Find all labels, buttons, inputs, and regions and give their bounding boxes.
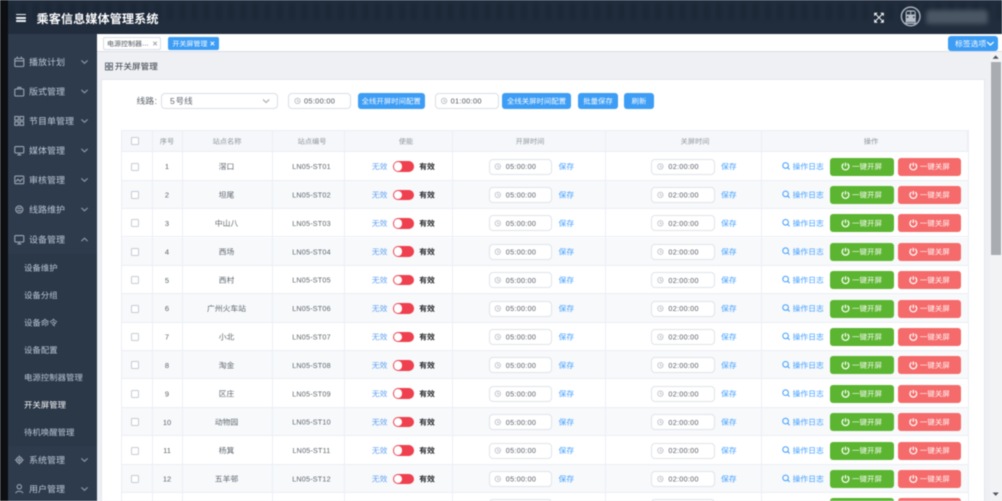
svg-text:02:00:00: 02:00:00 [668,162,698,171]
svg-text:12: 12 [163,475,171,484]
svg-text:05:00:00: 05:00:00 [506,304,536,313]
svg-text:LN05-ST06: LN05-ST06 [292,304,331,313]
svg-text:5: 5 [165,276,169,285]
svg-text:01:00:00: 01:00:00 [451,97,482,106]
svg-text:05:00:00: 05:00:00 [506,333,536,342]
svg-text:6: 6 [165,304,169,313]
svg-text:05:00:00: 05:00:00 [506,191,536,200]
svg-text:05:00:00: 05:00:00 [506,446,536,455]
svg-text:2: 2 [165,191,169,200]
svg-text:LN05-ST08: LN05-ST08 [292,361,331,370]
svg-text:05:00:00: 05:00:00 [506,389,536,398]
svg-text:5: 5 [170,96,175,106]
svg-text:02:00:00: 02:00:00 [668,361,698,370]
svg-text:02:00:00: 02:00:00 [668,333,698,342]
svg-text:LN05-ST11: LN05-ST11 [292,446,330,455]
svg-text:...: ... [142,38,148,47]
svg-text:4: 4 [165,247,169,256]
svg-text:02:00:00: 02:00:00 [668,247,698,256]
svg-text:05:00:00: 05:00:00 [506,219,536,228]
svg-text:LN05-ST10: LN05-ST10 [292,418,331,427]
svg-text:05:00:00: 05:00:00 [506,247,536,256]
svg-text:LN05-ST03: LN05-ST03 [292,219,331,228]
svg-text:LN05-ST02: LN05-ST02 [292,191,331,200]
svg-text:LN05-ST12: LN05-ST12 [292,475,331,484]
svg-text:02:00:00: 02:00:00 [668,389,698,398]
svg-text:LN05-ST05: LN05-ST05 [292,276,331,285]
svg-text:11: 11 [163,446,171,455]
svg-text:02:00:00: 02:00:00 [668,418,698,427]
svg-text:02:00:00: 02:00:00 [668,191,698,200]
svg-text:10: 10 [163,418,171,427]
svg-text:02:00:00: 02:00:00 [668,276,698,285]
svg-text:05:00:00: 05:00:00 [506,475,536,484]
svg-text:02:00:00: 02:00:00 [668,304,698,313]
svg-text:05:00:00: 05:00:00 [506,276,536,285]
svg-text:02:00:00: 02:00:00 [668,446,698,455]
svg-text:1: 1 [165,162,169,171]
svg-text:LN05-ST04: LN05-ST04 [292,247,331,256]
svg-text:LN05-ST07: LN05-ST07 [292,333,331,342]
svg-text:LN05-ST09: LN05-ST09 [292,389,331,398]
svg-text:02:00:00: 02:00:00 [668,219,698,228]
svg-text:05:00:00: 05:00:00 [506,418,536,427]
svg-text:05:00:00: 05:00:00 [506,162,536,171]
svg-text:02:00:00: 02:00:00 [668,475,698,484]
svg-text:8: 8 [165,361,169,370]
svg-text:9: 9 [165,389,169,398]
svg-text:05:00:00: 05:00:00 [506,361,536,370]
svg-text::: : [155,96,157,106]
svg-text:7: 7 [165,333,169,342]
svg-text:3: 3 [165,219,169,228]
svg-text:LN05-ST01: LN05-ST01 [292,162,331,171]
svg-text:05:00:00: 05:00:00 [304,97,335,106]
